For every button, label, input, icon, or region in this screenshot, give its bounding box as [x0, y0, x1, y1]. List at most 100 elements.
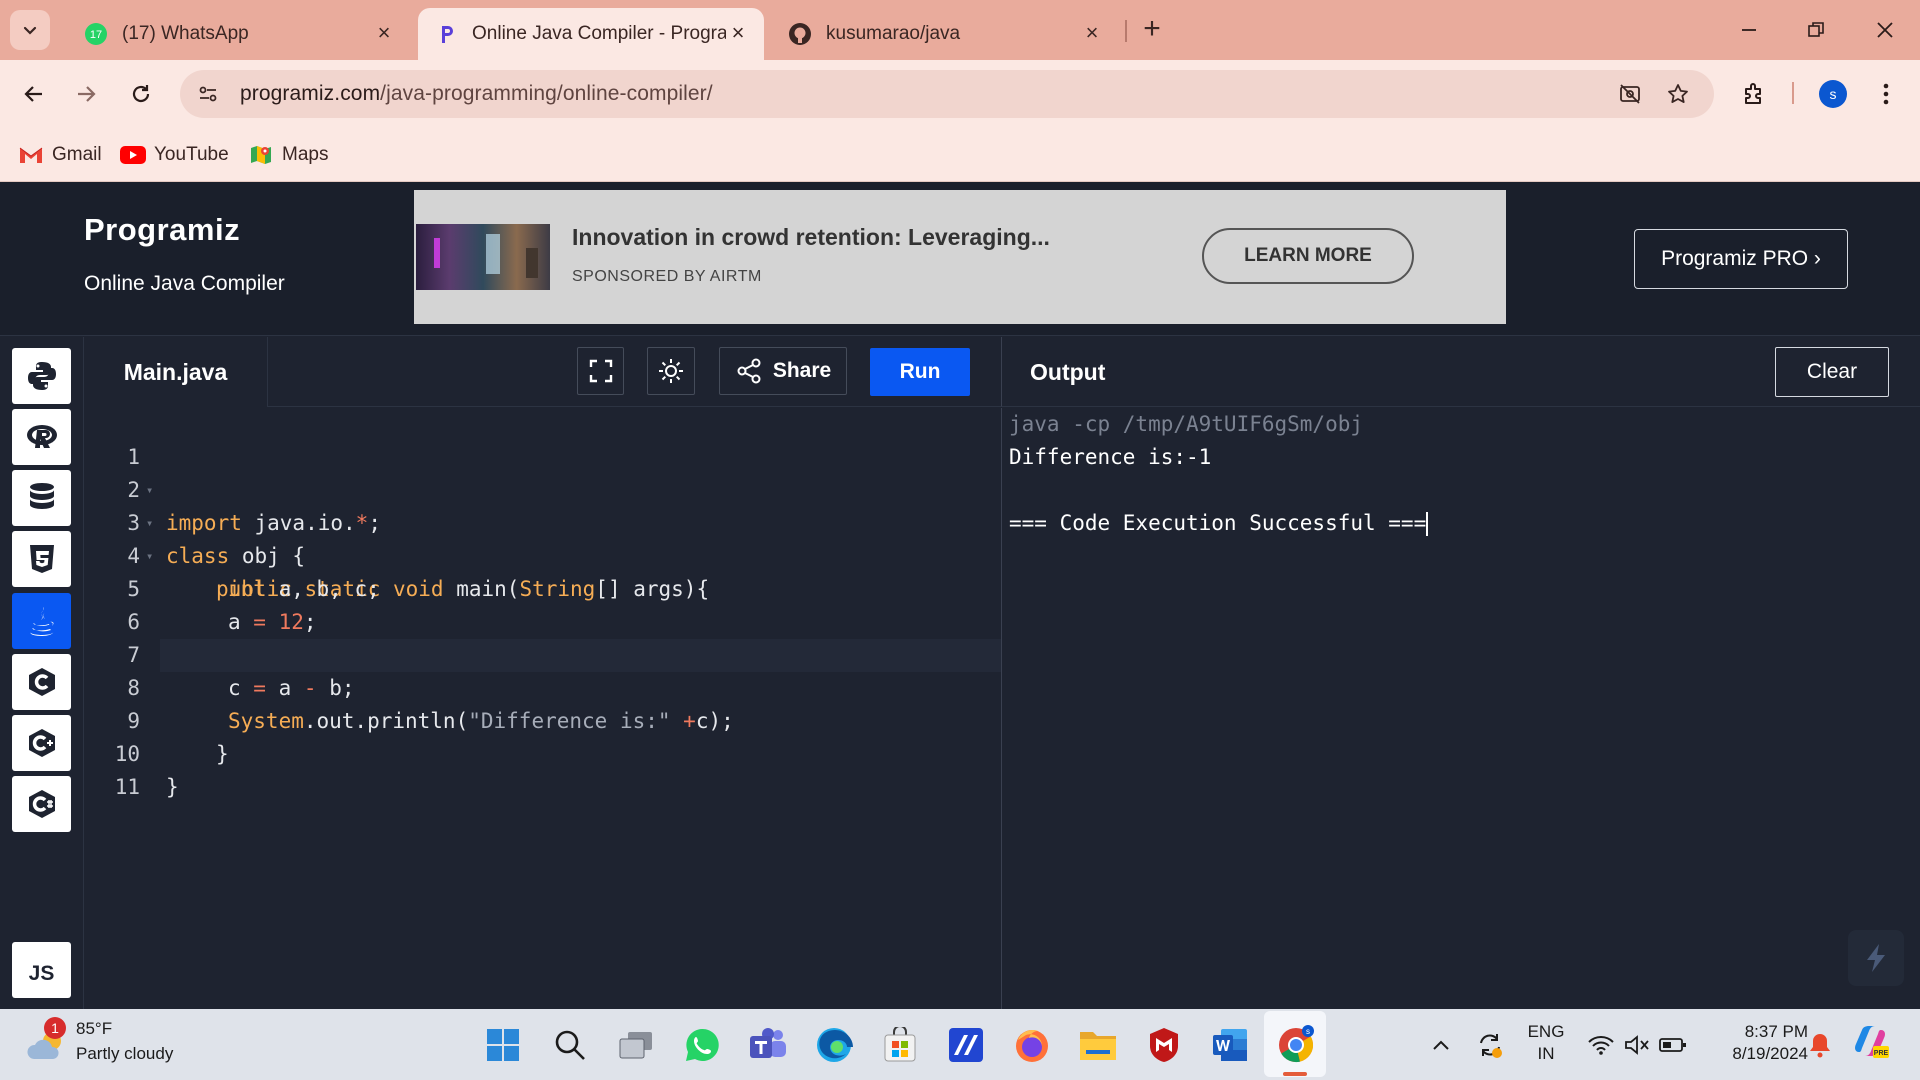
folder-icon	[1080, 1032, 1116, 1060]
task-view-button[interactable]	[612, 1021, 660, 1069]
taskbar-app-ai[interactable]	[942, 1021, 990, 1069]
code-line[interactable]: 9 }	[84, 672, 1001, 766]
battery-icon	[1659, 1038, 1686, 1052]
output-status-line: === Code Execution Successful ===	[1009, 507, 1429, 540]
start-button[interactable]	[479, 1021, 527, 1069]
close-window-button[interactable]	[1860, 10, 1910, 50]
bookmark-youtube[interactable]: YouTube	[120, 140, 229, 170]
lang-csharp[interactable]	[12, 776, 71, 832]
lang-r[interactable]	[12, 409, 71, 465]
taskbar-chrome[interactable]: s	[1272, 1021, 1320, 1069]
tab-programiz[interactable]: Online Java Compiler - Program ×	[418, 8, 764, 60]
profile-button[interactable]: s	[1813, 74, 1853, 114]
extensions-button[interactable]	[1734, 74, 1774, 114]
menu-button[interactable]	[1866, 74, 1906, 114]
theme-toggle-button[interactable]	[647, 347, 695, 395]
bookmark-star-icon[interactable]	[1658, 74, 1698, 114]
teams-icon	[750, 1028, 786, 1058]
taskbar-whatsapp[interactable]	[678, 1021, 726, 1069]
code-line[interactable]: 4 int a, b, c;	[84, 507, 1001, 601]
site-info-icon[interactable]	[184, 70, 232, 118]
code-line[interactable]: 3 ▾ public static void main(String[] arg…	[84, 474, 1001, 601]
code-line[interactable]: 1 ▾ import java.io.*;	[84, 408, 1001, 535]
programiz-pro-button[interactable]: Programiz PRO ›	[1634, 229, 1848, 289]
browser-tab-strip: 17 (17) WhatsApp × Online Java Compiler …	[0, 0, 1920, 60]
file-tab-main-java[interactable]: Main.java	[84, 337, 268, 407]
forward-button[interactable]	[66, 74, 106, 114]
code-line[interactable]: 5 a = 12;	[84, 540, 1001, 634]
taskbar-mcafee[interactable]	[1140, 1021, 1188, 1069]
code-line[interactable]: 10 }	[84, 705, 1001, 799]
clock-time: 8:37 PM	[1744, 1022, 1808, 1041]
battery-button[interactable]	[1658, 1029, 1688, 1061]
taskbar-store[interactable]	[876, 1021, 924, 1069]
lang-cpp[interactable]	[12, 715, 71, 771]
js-icon: JS	[28, 962, 55, 985]
lang-c[interactable]	[12, 654, 71, 710]
svg-text:s: s	[1306, 1027, 1310, 1036]
address-bar[interactable]: programiz.com/java-programming/online-co…	[180, 70, 1714, 118]
code-line[interactable]: 11	[84, 738, 1001, 799]
code-line[interactable]: 6 b = 13;	[84, 573, 1001, 667]
close-tab-icon[interactable]: ×	[372, 22, 396, 46]
reload-icon	[132, 85, 150, 103]
network-button[interactable]	[1587, 1029, 1615, 1061]
close-tab-icon[interactable]: ×	[726, 22, 750, 46]
code-line-current[interactable]: 8 System.out.println("Difference is:" +c…	[127, 639, 1001, 733]
clock[interactable]: 8:37 PM 8/19/2024	[1704, 1021, 1808, 1065]
r-icon	[26, 425, 57, 448]
learn-more-button[interactable]: LEARN MORE	[1202, 228, 1414, 284]
tab-search-button[interactable]	[10, 10, 50, 50]
bookmark-maps[interactable]: Maps	[248, 140, 328, 170]
close-tab-icon[interactable]: ×	[1080, 22, 1104, 46]
taskbar-firefox[interactable]	[1008, 1021, 1056, 1069]
taskbar-edge[interactable]	[810, 1021, 858, 1069]
new-tab-button[interactable]: +	[1136, 14, 1168, 46]
reload-button[interactable]	[121, 74, 161, 114]
copilot-button[interactable]: PRE	[1850, 1025, 1890, 1058]
taskbar-word[interactable]	[1206, 1021, 1254, 1069]
edge-icon	[817, 1028, 853, 1062]
code-line[interactable]: 2 ▾ class obj {	[84, 441, 1001, 568]
lang-python[interactable]	[12, 348, 71, 404]
advertisement-banner[interactable]: Innovation in crowd retention: Leveragin…	[414, 190, 1506, 324]
volume-button[interactable]	[1623, 1029, 1651, 1061]
code-text: }	[166, 775, 179, 799]
weather-condition: Partly cloudy	[76, 1044, 174, 1063]
code-editor[interactable]: 1 ▾ import java.io.*; 2 ▾ class obj { 3 …	[84, 408, 1001, 1009]
share-button[interactable]: Share	[719, 347, 847, 395]
weather-widget[interactable]: 1 85°F Partly cloudy	[26, 1017, 226, 1071]
lang-sql[interactable]	[12, 470, 71, 526]
whatsapp-icon	[686, 1028, 719, 1061]
lightning-icon[interactable]	[1848, 930, 1904, 986]
programiz-logo[interactable]: Programiz	[84, 212, 240, 248]
run-button[interactable]: Run	[870, 348, 970, 396]
fullscreen-button[interactable]	[577, 347, 624, 395]
taskbar-search[interactable]	[546, 1021, 594, 1069]
lang-javascript[interactable]: JS	[12, 942, 71, 998]
tab-github[interactable]: kusumarao/java ×	[772, 8, 1118, 60]
taskbar-file-explorer[interactable]	[1074, 1021, 1122, 1069]
back-button[interactable]	[14, 74, 54, 114]
lang-java[interactable]	[12, 593, 71, 649]
url-text[interactable]: programiz.com/java-programming/online-co…	[240, 82, 713, 106]
show-hidden-icons-button[interactable]	[1428, 1029, 1454, 1061]
minimize-button[interactable]	[1724, 10, 1774, 50]
output-console[interactable]: java -cp /tmp/A9tUIF6gSm/obj Difference …	[1001, 408, 1920, 1009]
restore-button[interactable]	[1791, 10, 1841, 50]
lang-html[interactable]	[12, 531, 71, 587]
taskbar-teams[interactable]	[744, 1021, 792, 1069]
eye-off-icon[interactable]	[1610, 74, 1650, 114]
code-line[interactable]: 7 c = a - b;	[84, 606, 1001, 700]
sun-icon	[659, 359, 683, 383]
bookmark-gmail[interactable]: Gmail	[18, 140, 102, 170]
toolbar-separator	[1792, 82, 1794, 104]
notifications-button[interactable]	[1806, 1029, 1834, 1061]
browser-toolbar: programiz.com/java-programming/online-co…	[0, 60, 1920, 128]
tab-whatsapp[interactable]: 17 (17) WhatsApp ×	[68, 8, 410, 60]
output-status: === Code Execution Successful ===	[1009, 511, 1427, 535]
clear-button[interactable]: Clear	[1775, 347, 1889, 397]
share-label: Share	[772, 359, 832, 382]
sync-status-button[interactable]	[1474, 1029, 1506, 1061]
input-language[interactable]: ENG IN	[1524, 1021, 1568, 1065]
